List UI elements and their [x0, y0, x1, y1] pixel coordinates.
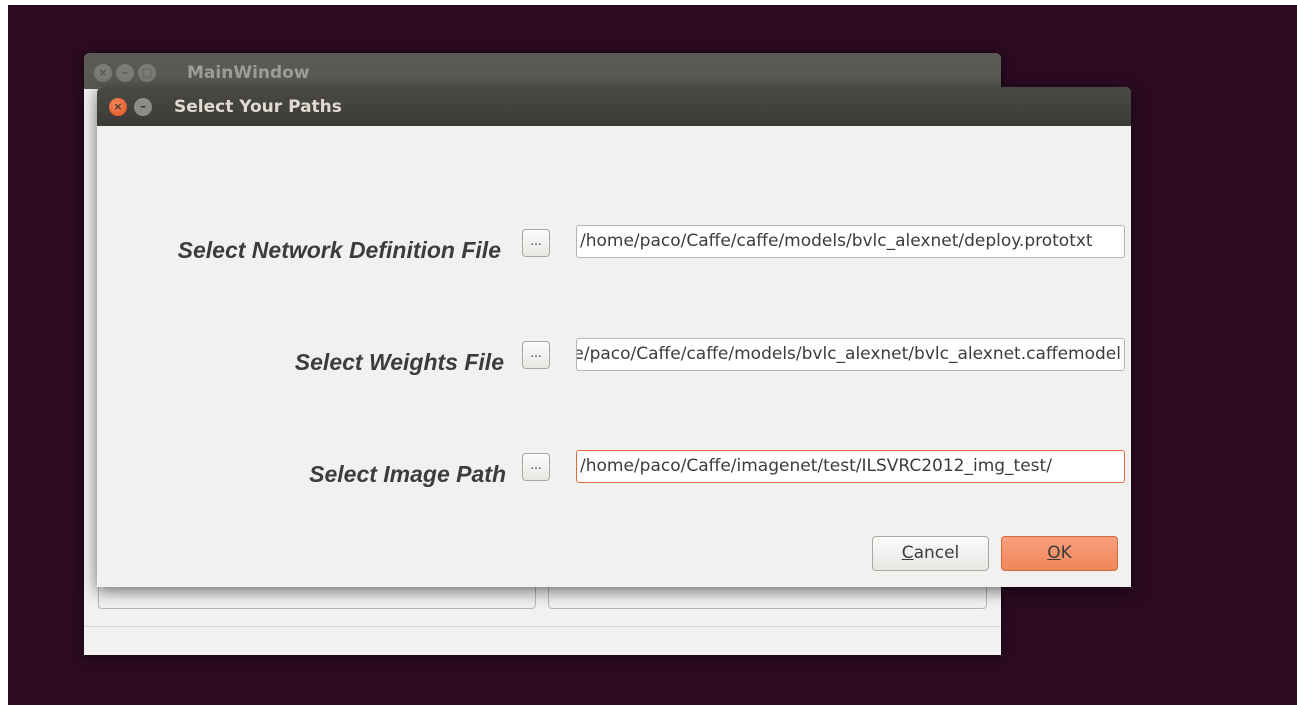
dialog-titlebar: × – Select Your Paths	[97, 87, 1131, 126]
cancel-button[interactable]: Cancel	[872, 536, 989, 571]
main-maximize-icon[interactable]: □	[138, 64, 156, 82]
weights-file-path-field[interactable]: /home/paco/Caffe/caffe/models/bvlc_alexn…	[576, 338, 1125, 371]
main-close-icon[interactable]: ×	[94, 64, 112, 82]
ok-button[interactable]: OK	[1001, 536, 1118, 571]
dialog-title: Select Your Paths	[174, 97, 342, 117]
main-statusbar	[84, 626, 1001, 627]
dialog-minimize-icon[interactable]: –	[134, 98, 152, 116]
image-path-label: Select Image Path	[309, 461, 506, 487]
network-definition-label: Select Network Definition File	[177, 237, 501, 263]
weights-file-browse-button[interactable]: ...	[522, 341, 550, 369]
network-definition-browse-button[interactable]: ...	[522, 229, 550, 257]
dialog-close-icon[interactable]: ×	[109, 98, 127, 116]
main-window-title: MainWindow	[187, 63, 310, 83]
select-paths-dialog: × – Select Your Paths Select Network Def…	[97, 87, 1131, 587]
image-path-field[interactable]: /home/paco/Caffe/imagenet/test/ILSVRC201…	[576, 450, 1125, 483]
main-window-titlebar: × – □ MainWindow	[84, 53, 1001, 89]
main-minimize-icon[interactable]: –	[116, 64, 134, 82]
network-definition-path-field[interactable]: /home/paco/Caffe/caffe/models/bvlc_alexn…	[576, 225, 1125, 258]
image-path-browse-button[interactable]: ...	[522, 453, 550, 481]
weights-file-label: Select Weights File	[294, 349, 504, 375]
